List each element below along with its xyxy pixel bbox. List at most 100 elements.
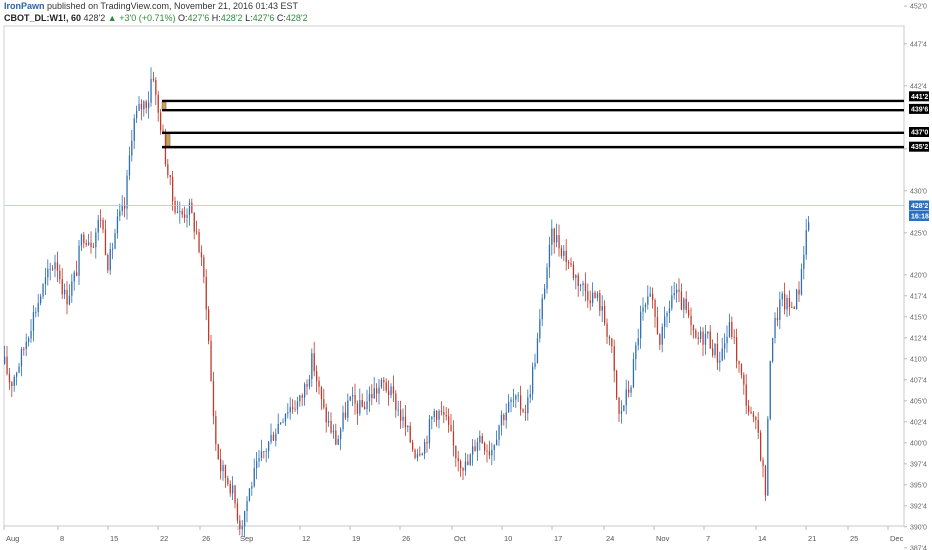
- candle-body: [361, 400, 363, 407]
- candle-body: [210, 340, 212, 381]
- candle-body: [368, 393, 371, 402]
- candle-body: [637, 338, 639, 346]
- candle-body: [628, 389, 630, 393]
- candle-body: [356, 403, 359, 414]
- x-tick-label: 22: [160, 534, 168, 543]
- candle-body: [745, 384, 747, 406]
- candle-body: [611, 338, 613, 347]
- candle-body: [119, 211, 121, 217]
- candle-body: [721, 348, 723, 361]
- candle-body: [788, 298, 791, 308]
- candle-body: [16, 372, 18, 377]
- candle-body: [548, 244, 551, 268]
- candle-body: [592, 292, 594, 304]
- candle-body: [652, 293, 654, 300]
- candle-body: [234, 485, 236, 504]
- candle-body: [395, 393, 397, 411]
- candle-body: [572, 264, 575, 278]
- candle-body: [796, 289, 798, 309]
- gap-boxes: [161, 101, 171, 147]
- candle-body: [750, 411, 752, 414]
- candle-body: [311, 353, 313, 379]
- candle-body: [733, 336, 735, 338]
- candle-body: [558, 235, 560, 249]
- candle-body: [388, 390, 390, 396]
- candle-body: [95, 232, 97, 248]
- candle-body: [630, 387, 632, 393]
- candle-body: [412, 442, 414, 450]
- candle-body: [220, 458, 222, 472]
- last-price-tag-text: 428'2: [911, 203, 928, 210]
- candle-body: [803, 254, 805, 270]
- candle-body: [620, 410, 623, 414]
- candle-body: [673, 293, 675, 296]
- candle-body: [647, 296, 649, 305]
- candle-body: [724, 343, 726, 349]
- x-tick-label: 26: [202, 534, 210, 543]
- candle-body: [64, 289, 66, 295]
- candle-body: [102, 219, 104, 230]
- candle-body: [484, 443, 486, 451]
- candle-body: [323, 399, 325, 408]
- candle-body: [577, 275, 579, 287]
- candle-body: [97, 219, 99, 233]
- candle-body: [469, 454, 471, 465]
- candle-body: [450, 425, 452, 432]
- candle-body: [743, 374, 745, 385]
- candle-body: [805, 230, 807, 255]
- candle-body: [570, 263, 572, 265]
- candle-body: [76, 272, 78, 276]
- candle-body: [364, 406, 366, 410]
- candle-body: [239, 520, 241, 530]
- candle-body: [68, 295, 71, 305]
- candle-body: [599, 293, 601, 311]
- candle-body: [320, 386, 323, 400]
- candle-body: [229, 483, 231, 494]
- candle-body: [114, 233, 116, 249]
- candle-body: [690, 315, 692, 326]
- candle-body: [760, 432, 762, 461]
- candle-body: [155, 79, 157, 95]
- candle-body: [656, 316, 659, 335]
- candle-body: [589, 300, 591, 304]
- level-price-tag-text: 435'2: [911, 144, 928, 151]
- candle-body: [407, 425, 409, 428]
- candle-body: [256, 461, 258, 469]
- candles-layer: [4, 67, 810, 538]
- candle-body: [556, 235, 558, 243]
- candle-body: [500, 414, 503, 426]
- candle-body: [128, 155, 131, 176]
- y-tick-label: 425'0: [910, 230, 927, 237]
- candle-body: [616, 370, 618, 398]
- candle-body: [335, 430, 337, 445]
- candle-body: [539, 319, 541, 339]
- candle-body: [131, 140, 133, 156]
- candle-body: [431, 417, 433, 420]
- candle-body: [479, 436, 481, 443]
- candle-body: [486, 450, 488, 452]
- candle-body: [488, 451, 491, 456]
- candle-body: [505, 412, 507, 421]
- candle-body: [544, 288, 546, 299]
- candle-body: [23, 349, 25, 350]
- candle-body: [481, 436, 483, 444]
- candle-body: [784, 293, 786, 310]
- x-tick-label: Sep: [240, 534, 253, 543]
- y-tick-label: 387'4: [910, 545, 927, 550]
- candle-body: [551, 228, 553, 245]
- candle-body: [455, 445, 457, 459]
- candle-body: [359, 400, 361, 414]
- candle-body: [781, 293, 783, 300]
- x-tick-label: Nov: [656, 534, 670, 543]
- candle-body: [390, 386, 392, 396]
- candle-body: [157, 94, 159, 113]
- candle-body: [400, 409, 402, 421]
- price-chart[interactable]: 452'0447'4442'4435'0430'0425'0420'0417'4…: [0, 0, 932, 550]
- candle-body: [337, 439, 339, 445]
- candle-body: [191, 202, 193, 214]
- candle-body: [659, 334, 661, 345]
- x-tick-label: 17: [554, 534, 562, 543]
- candle-body: [143, 101, 145, 110]
- candle-body: [282, 421, 284, 423]
- y-tick-label: 407'4: [910, 377, 927, 384]
